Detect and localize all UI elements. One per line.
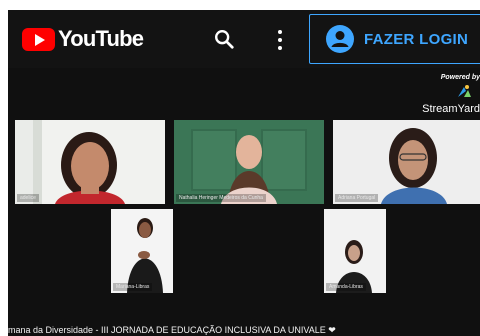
streamyard-logo-icon bbox=[458, 85, 471, 97]
logo-text: YouTube bbox=[58, 26, 144, 51]
participant-tile-mariana-libras: Mariana-Libras bbox=[111, 209, 173, 293]
participant-name: Amanda-Libras bbox=[326, 283, 366, 291]
participant-video bbox=[127, 218, 163, 293]
more-options-icon[interactable] bbox=[276, 28, 284, 52]
participant-video bbox=[55, 132, 125, 204]
participant-video bbox=[174, 120, 324, 204]
youtube-header: YouTube FAZER LOGIN bbox=[8, 10, 480, 68]
youtube-play-icon bbox=[22, 27, 55, 51]
participant-tile-adelice: adelice bbox=[15, 120, 165, 204]
search-icon[interactable] bbox=[213, 28, 235, 50]
participant-name: Mariana-Libras bbox=[113, 283, 153, 291]
streamyard-badge: Powered by StreamYard bbox=[420, 74, 480, 115]
participant-tile-nathalia: Nathalia Heringer Medeiros da Cunha bbox=[174, 120, 324, 204]
participant-name: adelice bbox=[17, 194, 39, 202]
account-icon bbox=[326, 25, 354, 53]
participant-tile-amanda-libras: Amanda-Libras bbox=[324, 209, 386, 293]
video-frame: YouTube FAZER LOGIN Powered by StreamYar… bbox=[8, 10, 480, 336]
participant-tile-adriana: Adriana Portugal bbox=[333, 120, 480, 204]
youtube-logo[interactable]: YouTube bbox=[22, 26, 144, 52]
participant-video bbox=[333, 120, 480, 204]
event-ticker: mana da Diversidade - III JORNADA DE EDU… bbox=[8, 325, 336, 335]
login-label: FAZER LOGIN bbox=[364, 30, 469, 48]
participant-name: Adriana Portugal bbox=[335, 194, 379, 202]
participant-name: Nathalia Heringer Medeiros da Cunha bbox=[176, 194, 266, 202]
streamyard-brand: StreamYard bbox=[422, 103, 480, 115]
participant-video bbox=[336, 240, 372, 293]
powered-by-label: Powered by bbox=[440, 74, 480, 81]
login-button[interactable]: FAZER LOGIN bbox=[309, 14, 480, 64]
